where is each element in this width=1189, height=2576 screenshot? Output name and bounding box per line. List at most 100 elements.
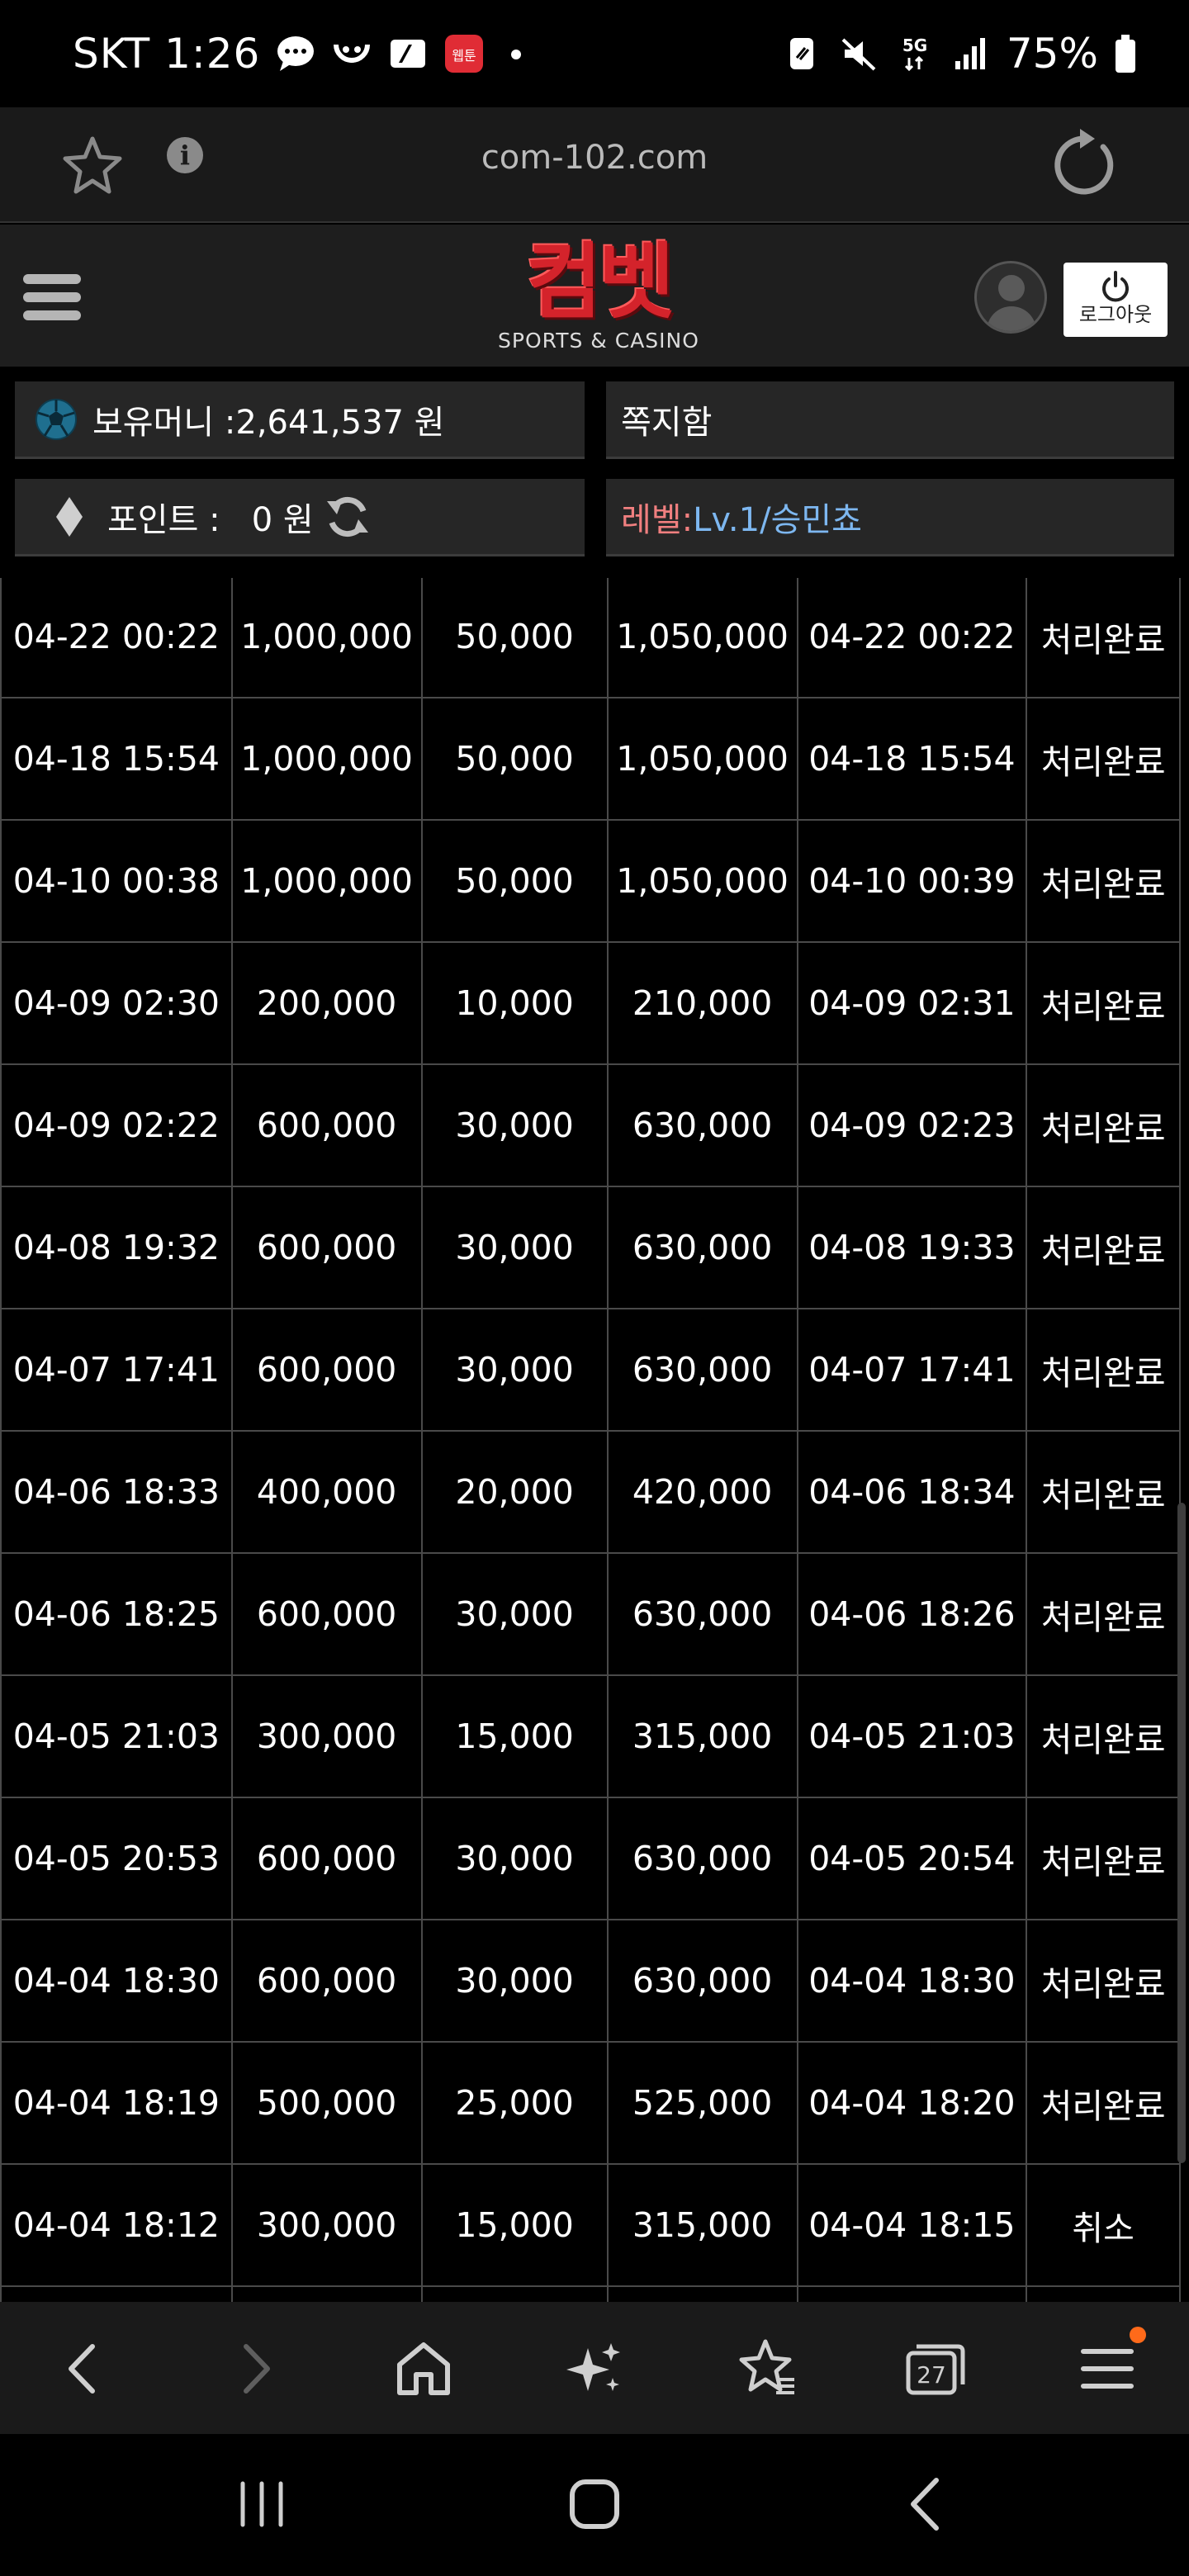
table-cell: 1,000,000: [230, 578, 423, 698]
table-cell: 04-05 20:54: [796, 1797, 1028, 1920]
tabs-icon[interactable]: 27: [897, 2332, 971, 2406]
table-cell: [420, 2285, 609, 2302]
system-nav-bar: [0, 2434, 1189, 2576]
table-cell: 300,000: [230, 2163, 423, 2287]
svg-text:웹툰: 웹툰: [452, 48, 476, 64]
point-text: 포인트 : 0 원: [107, 500, 314, 539]
table-cell: 30,000: [420, 1552, 609, 1676]
table-cell: 처리완료: [1026, 1186, 1181, 1309]
table-cell: 600,000: [230, 1063, 423, 1187]
table-cell: 630,000: [606, 1308, 798, 1432]
user-icon[interactable]: [974, 261, 1047, 334]
recent-apps-icon[interactable]: [225, 2467, 299, 2541]
notification-dot: [1130, 2327, 1146, 2343]
table-cell: [230, 2285, 423, 2302]
table-cell: 04-09 02:31: [796, 941, 1028, 1065]
refresh-icon[interactable]: [324, 493, 372, 541]
table-cell: 30,000: [420, 1186, 609, 1309]
table-cell: 30,000: [420, 1919, 609, 2043]
table-row: 04-04 18:12 300,000 15,000 315,000 04-04 18:…: [0, 2163, 1181, 2287]
menu-icon[interactable]: [1070, 2332, 1144, 2406]
home-icon[interactable]: [386, 2332, 461, 2406]
table-cell: 처리완료: [1026, 1674, 1181, 1798]
network-5g-icon: 5G: [902, 36, 927, 72]
table-row: 04-22 00:22 1,000,000 50,000 1,050,000 04-22…: [0, 578, 1181, 698]
nfc-icon: [789, 38, 813, 69]
level-label: 레벨:: [621, 500, 694, 539]
table-cell: 50,000: [420, 819, 609, 943]
forward-icon[interactable]: [218, 2332, 292, 2406]
table-cell: 04-04 18:30: [796, 1919, 1028, 2043]
table-cell: [796, 2285, 1028, 2302]
browser-url-bar: i com-102.com: [0, 107, 1189, 223]
scrollbar[interactable]: [1177, 1503, 1186, 2163]
system-back-icon[interactable]: [890, 2467, 964, 2541]
table-cell: 04-05 21:03: [0, 1674, 233, 1798]
bookmark-icon[interactable]: [728, 2332, 803, 2406]
table-cell: 630,000: [606, 1186, 798, 1309]
table-cell: [606, 2285, 798, 2302]
hamburger-icon[interactable]: [23, 274, 81, 324]
table-cell: 04-09 02:30: [0, 941, 233, 1065]
table-cell: 25,000: [420, 2041, 609, 2165]
signal-icon: [955, 38, 985, 69]
site-logo[interactable]: 컴벳 SPORTS & CASINO: [495, 236, 702, 360]
table-cell: 처리완료: [1026, 1063, 1181, 1187]
table-cell: 04-06 18:26: [796, 1552, 1028, 1676]
table-row: 04-10 00:38 1,000,000 50,000 1,050,000 04-10…: [0, 819, 1181, 943]
table-cell: 630,000: [606, 1552, 798, 1676]
table-cell: 1,050,000: [606, 697, 798, 821]
table-cell: 315,000: [606, 2163, 798, 2287]
table-cell: 04-09 02:23: [796, 1063, 1028, 1187]
table-cell: 04-22 00:22: [0, 578, 233, 698]
table-cell: 600,000: [230, 1797, 423, 1920]
table-cell: 1,050,000: [606, 578, 798, 698]
table-cell: 04-05 20:53: [0, 1797, 233, 1920]
table-cell: 630,000: [606, 1797, 798, 1920]
table-cell: 04-04 18:15: [796, 2163, 1028, 2287]
table-cell: 525,000: [606, 2041, 798, 2165]
battery-percentage: 75%: [1006, 30, 1098, 78]
table-cell: 30,000: [420, 1308, 609, 1432]
table-cell: 처리완료: [1026, 1308, 1181, 1432]
table-cell: 30,000: [420, 1797, 609, 1920]
back-icon[interactable]: [46, 2332, 121, 2406]
table-cell: 취소: [1026, 2163, 1181, 2287]
sparkle-icon[interactable]: [558, 2332, 632, 2406]
table-cell: 04-06 18:34: [796, 1430, 1028, 1554]
site-header: 컴벳 SPORTS & CASINO 로그아웃: [0, 225, 1189, 367]
table-row: 04-09 02:22 600,000 30,000 630,000 04-09 02:…: [0, 1063, 1181, 1187]
table-cell: 600,000: [230, 1552, 423, 1676]
table-cell: 04-18 15:54: [796, 697, 1028, 821]
table-row: 04-06 18:25 600,000 30,000 630,000 04-06 18:…: [0, 1552, 1181, 1676]
table-cell: 04-04 18:19: [0, 2041, 233, 2165]
soccer-ball-icon: [36, 398, 77, 440]
logo-main-text: 컴벳: [526, 234, 675, 330]
table-cell: 04-04 18:12: [0, 2163, 233, 2287]
url-text[interactable]: com-102.com: [0, 139, 1189, 177]
svg-text:27: 27: [917, 2361, 946, 2389]
table-cell: 04-04 18:20: [796, 2041, 1028, 2165]
table-row: 04-07 17:41 600,000 30,000 630,000 04-07 17:…: [0, 1308, 1181, 1432]
chat-icon: [277, 36, 315, 71]
table-row: 04-06 18:33 400,000 20,000 420,000 04-06 18:…: [0, 1430, 1181, 1554]
messages-panel[interactable]: 쪽지함: [606, 381, 1174, 459]
money-panel: 보유머니 :2,641,537 원: [15, 381, 585, 459]
table-cell: 04-06 18:25: [0, 1552, 233, 1676]
table-cell: 300,000: [230, 1674, 423, 1798]
level-value: Lv.1/승민쵸: [693, 500, 862, 539]
messages-text[interactable]: 쪽지함: [621, 395, 712, 443]
table-cell: 315,000: [606, 1674, 798, 1798]
table-cell: 15,000: [420, 1674, 609, 1798]
table-cell: 10,000: [420, 941, 609, 1065]
reload-icon[interactable]: [1044, 125, 1123, 205]
table-cell: 04-07 17:41: [796, 1308, 1028, 1432]
logout-button[interactable]: 로그아웃: [1063, 263, 1168, 337]
table-cell: 04-08 19:32: [0, 1186, 233, 1309]
table-cell: 210,000: [606, 941, 798, 1065]
home-button-icon[interactable]: [557, 2467, 632, 2541]
table-cell: 처리완료: [1026, 941, 1181, 1065]
table-cell: 400,000: [230, 1430, 423, 1554]
table-row: 04-18 15:54 1,000,000 50,000 1,050,000 04-18…: [0, 697, 1181, 821]
table-cell: 처리완료: [1026, 578, 1181, 698]
